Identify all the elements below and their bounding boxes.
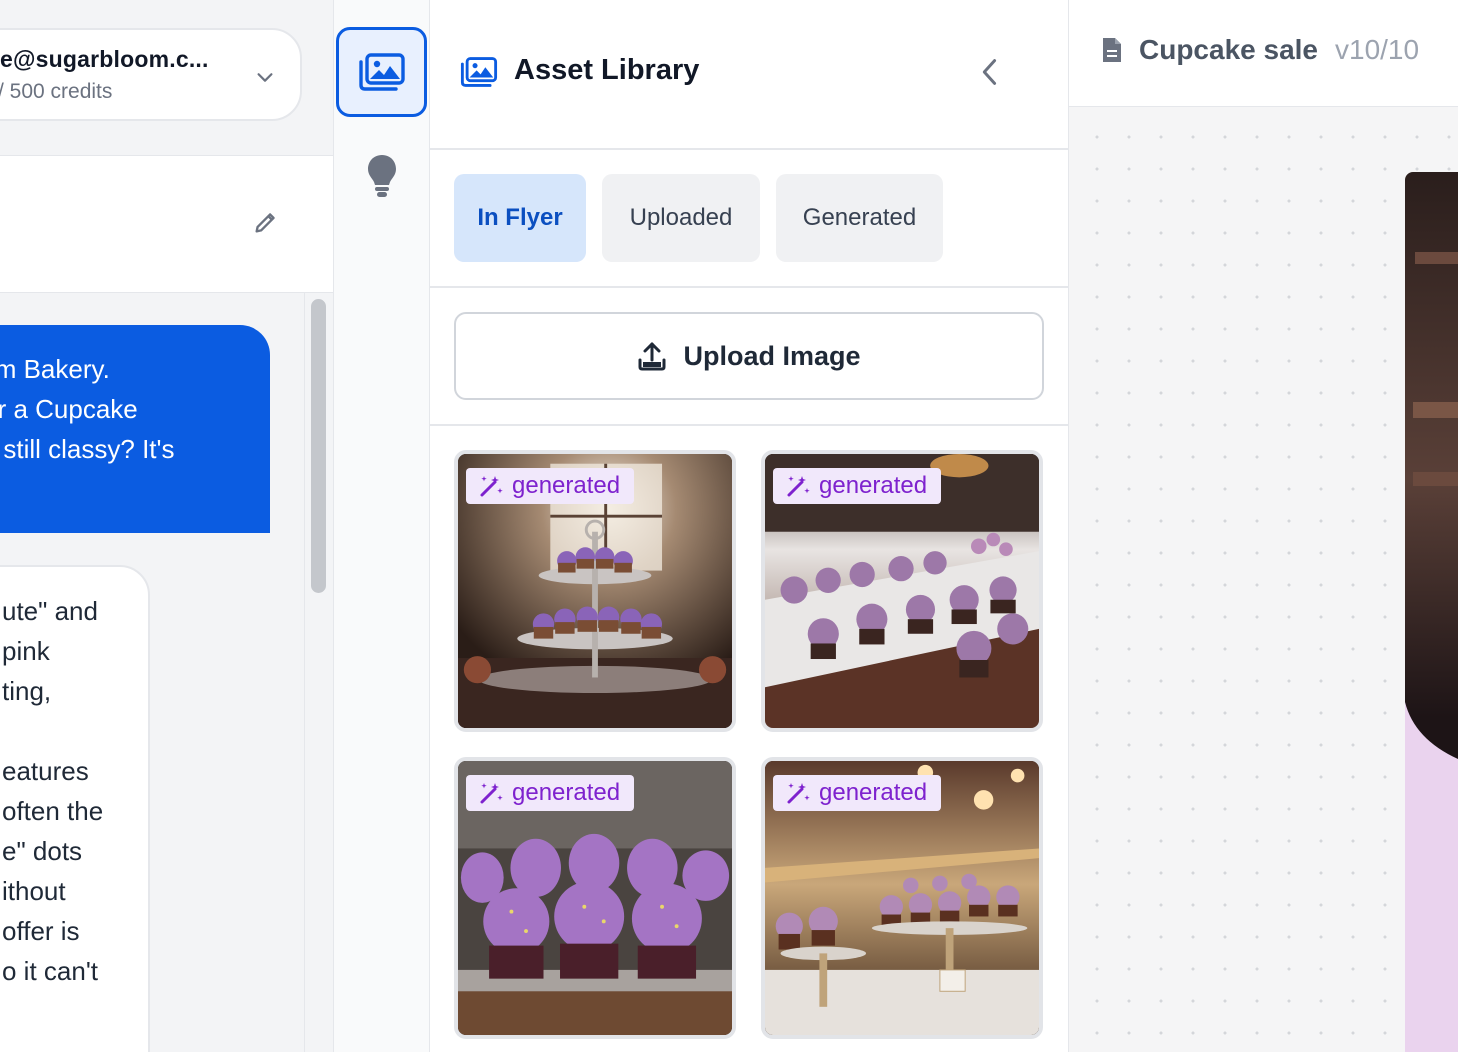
asset-library-rail-button[interactable] (336, 27, 427, 117)
message-line: eatures (2, 756, 89, 786)
lightbulb-icon (368, 155, 396, 197)
flyer-preview[interactable] (1405, 172, 1458, 1052)
magic-wand-icon (480, 783, 503, 804)
asset-thumbnail[interactable]: generated (761, 450, 1043, 732)
app-root: e@sugarbloom.c... / 500 credits loom Bak… (0, 0, 1458, 1052)
editor-header: Cupcake sale v10/10 (1069, 0, 1458, 107)
message-line (2, 711, 148, 751)
magic-wand-icon (787, 476, 810, 497)
tool-rail (334, 0, 430, 1052)
canvas-background[interactable] (1069, 107, 1458, 1052)
generated-badge: generated (773, 775, 942, 811)
tab-uploaded[interactable]: Uploaded (602, 174, 760, 262)
message-line: e" dots (2, 836, 83, 866)
message-line: out still classy? It's (0, 434, 175, 464)
credits-counter: / 500 credits (0, 80, 113, 103)
asset-library-header: Asset Library (430, 0, 1069, 150)
message-line: ute" and (2, 596, 98, 626)
upload-row: Upload Image (430, 288, 1069, 426)
images-icon (358, 53, 405, 91)
badge-label: generated (512, 779, 621, 806)
ideas-rail-button[interactable] (360, 152, 404, 200)
images-icon (460, 57, 498, 87)
message-line: o it can't (2, 956, 99, 986)
badge-label: generated (819, 779, 928, 806)
assistant-message: ute" and pink ting, eatures often the e"… (0, 565, 150, 1052)
upload-image-label: Upload Image (683, 340, 861, 371)
chevron-left-icon[interactable] (976, 56, 1004, 88)
message-line: ithout (2, 876, 66, 906)
message-line: r for a Cupcake (0, 394, 138, 424)
message-line: offer is (2, 916, 80, 946)
panel-title: Asset Library (514, 54, 700, 86)
asset-thumbnail[interactable]: generated (454, 757, 736, 1039)
generated-badge: generated (773, 468, 942, 504)
badge-label: generated (512, 472, 621, 499)
message-line: pink (2, 636, 50, 666)
tab-in-flyer[interactable]: In Flyer (454, 174, 586, 262)
asset-thumbnail[interactable]: generated (761, 757, 1043, 1039)
document-title[interactable]: Cupcake sale (1139, 34, 1318, 66)
chat-scrollbar-thumb[interactable] (311, 299, 326, 593)
message-line: ting, (2, 676, 52, 706)
account-switcher[interactable]: e@sugarbloom.c... / 500 credits (0, 28, 302, 121)
asset-library-panel: Asset Library In Flyer Uploaded Generate… (430, 0, 1069, 1052)
editor-area: Cupcake sale v10/10 (1069, 0, 1458, 1052)
upload-icon (638, 342, 666, 371)
badge-label: generated (819, 472, 928, 499)
magic-wand-icon (787, 783, 810, 804)
asset-tabs: In Flyer Uploaded Generated (430, 150, 1069, 288)
chat-panel: e@sugarbloom.c... / 500 credits loom Bak… (0, 0, 334, 1052)
user-message: loom Bakery. r for a Cupcake out still c… (0, 325, 270, 533)
chevron-down-icon (257, 73, 273, 82)
upload-image-button[interactable]: Upload Image (454, 312, 1044, 400)
generated-badge: generated (466, 468, 635, 504)
message-line: loom Bakery. (0, 354, 110, 384)
pencil-icon[interactable] (252, 208, 280, 236)
message-line: often the (2, 796, 104, 826)
project-title-row (0, 155, 333, 293)
document-icon (1103, 38, 1121, 62)
chat-messages: loom Bakery. r for a Cupcake out still c… (0, 293, 304, 1052)
asset-thumbnail[interactable]: generated (454, 450, 736, 732)
magic-wand-icon (480, 476, 503, 497)
generated-badge: generated (466, 775, 635, 811)
tab-generated[interactable]: Generated (776, 174, 943, 262)
account-email: e@sugarbloom.c... (0, 46, 209, 72)
version-indicator[interactable]: v10/10 (1335, 34, 1419, 66)
